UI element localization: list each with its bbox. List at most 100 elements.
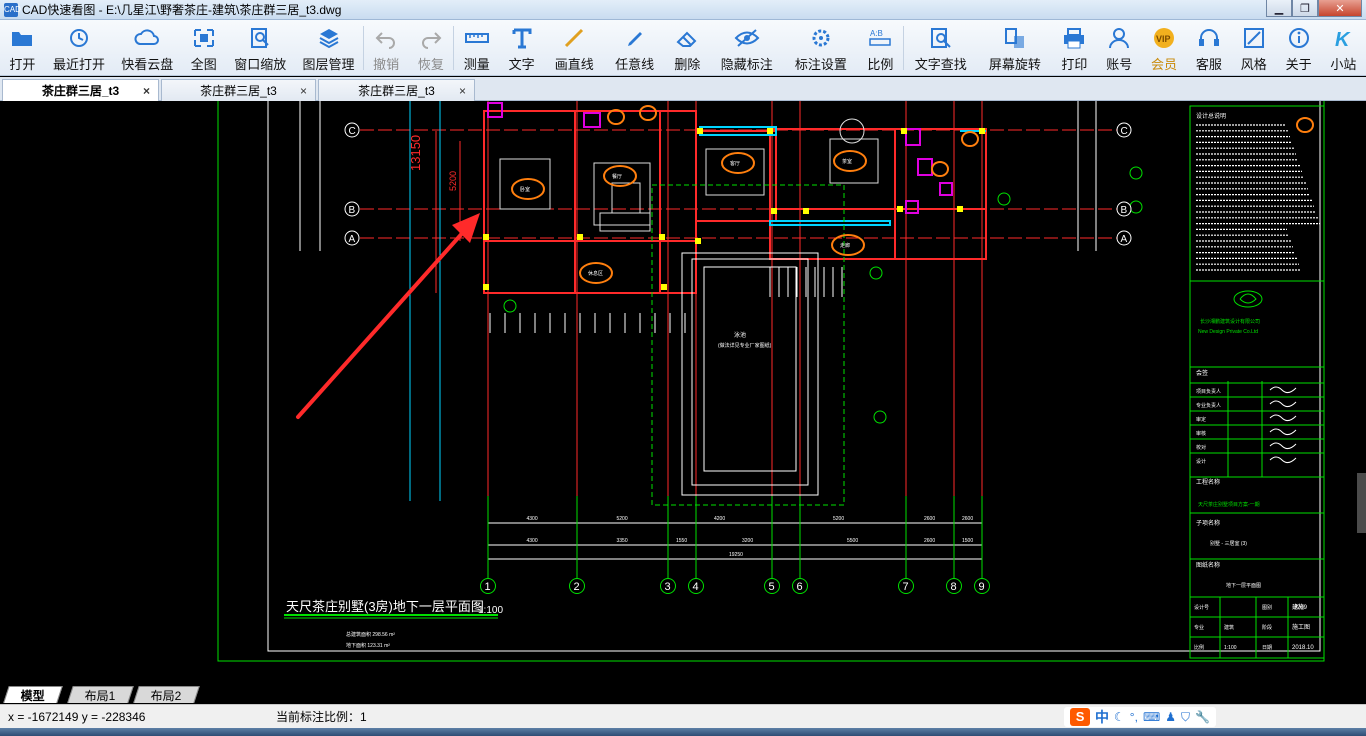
door-marker bbox=[957, 206, 963, 212]
layout-tab-2[interactable]: 布局2 bbox=[133, 686, 200, 703]
erase-label: 删除 bbox=[674, 57, 701, 72]
swimming-pool: 泳池 (做法详见专业厂家图纸) bbox=[651, 184, 845, 506]
layout-tab-1[interactable]: 布局1 bbox=[67, 686, 134, 703]
ime-toolbar[interactable]: S 中 ☾ °, ⌨ ♟ ⛉ 🔧 bbox=[1064, 707, 1216, 727]
svg-text:5: 5 bbox=[769, 581, 775, 593]
about-button[interactable]: 关于 bbox=[1276, 20, 1321, 76]
column-axis-bubble: 1 bbox=[480, 556, 496, 594]
scale-button[interactable]: A:B 比例 bbox=[858, 20, 903, 76]
rotate-button[interactable]: 屏幕旋转 bbox=[978, 20, 1052, 76]
cloud-icon bbox=[134, 26, 160, 50]
minimize-button[interactable]: ▁ bbox=[1266, 0, 1292, 17]
door-marker bbox=[901, 128, 907, 134]
hide-button[interactable]: 隐藏标注 bbox=[710, 20, 784, 76]
vertical-scroll-thumb[interactable] bbox=[1357, 473, 1366, 533]
moon-icon[interactable]: ☾ bbox=[1114, 710, 1125, 724]
door-marker bbox=[771, 208, 777, 214]
cloud-button[interactable]: 快看云盘 bbox=[113, 20, 181, 76]
dimset-button[interactable]: 标注设置 bbox=[784, 20, 858, 76]
signature bbox=[1269, 428, 1297, 436]
layout-tab-model[interactable]: 模型 bbox=[3, 686, 63, 703]
line-icon bbox=[562, 26, 586, 50]
drawing-canvas[interactable]: 泳池 (做法详见专业厂家图纸) 卧室 餐厅 客厅 茶室 休息区 走廊 13150 5200… bbox=[0, 101, 1366, 684]
scale-icon: A:B bbox=[867, 26, 893, 50]
close-button[interactable]: ✕ bbox=[1318, 0, 1362, 17]
column-axis-bubble: 5 bbox=[764, 556, 780, 594]
room-tag: 卧室 bbox=[511, 178, 545, 200]
tb-section-title: 设计总说明 bbox=[1196, 112, 1226, 120]
recent-button[interactable]: 最近打开 bbox=[45, 20, 113, 76]
text-button[interactable]: 文字 bbox=[499, 20, 544, 76]
ruler-icon bbox=[464, 26, 490, 50]
layout-tabs: 模型 布局1 布局2 bbox=[0, 684, 1366, 704]
door-markers bbox=[483, 128, 1143, 424]
redo-icon bbox=[419, 26, 443, 50]
service-button[interactable]: 客服 bbox=[1186, 20, 1231, 76]
markup-circle bbox=[931, 161, 949, 177]
open-button[interactable]: 打开 bbox=[0, 20, 45, 76]
zoomwin-button[interactable]: 窗口缩放 bbox=[226, 20, 294, 76]
shirt-icon[interactable]: ⛉ bbox=[1181, 710, 1190, 725]
eye-icon bbox=[734, 26, 760, 50]
column-axis-bubble: 6 bbox=[792, 556, 808, 594]
fixtures-magenta bbox=[487, 102, 953, 214]
close-tab-icon[interactable]: × bbox=[459, 84, 466, 98]
door-marker bbox=[767, 128, 773, 134]
line-button[interactable]: 画直线 bbox=[544, 20, 604, 76]
meta-cell: 专业 bbox=[1194, 624, 1204, 631]
cad-drawing[interactable]: 泳池 (做法详见专业厂家图纸) 卧室 餐厅 客厅 茶室休息区 走廊 13150 5200… bbox=[0, 101, 1366, 684]
hide-label: 隐藏标注 bbox=[720, 57, 773, 72]
close-tab-icon[interactable]: × bbox=[143, 84, 150, 98]
zoomwin-label: 窗口缩放 bbox=[234, 57, 287, 72]
cloud-label: 快看云盘 bbox=[121, 57, 174, 72]
style-button[interactable]: 风格 bbox=[1231, 20, 1276, 76]
door-marker bbox=[695, 238, 701, 244]
column-axis-bubble: 9 bbox=[974, 556, 990, 594]
doc-tab-2[interactable]: 茶庄群三居_t3 × bbox=[161, 79, 316, 101]
fullview-button[interactable]: 全图 bbox=[181, 20, 226, 76]
signature bbox=[1269, 442, 1297, 450]
ime-language[interactable]: 中 bbox=[1095, 707, 1109, 727]
site-button[interactable]: K 小站 bbox=[1321, 20, 1366, 76]
keyboard-icon[interactable]: ⌨ bbox=[1143, 710, 1160, 724]
measure-button[interactable]: 测量 bbox=[454, 20, 499, 76]
section-marker bbox=[503, 299, 517, 313]
window-controls: ▁ ❐ ✕ bbox=[1266, 0, 1362, 17]
svg-text:3: 3 bbox=[665, 581, 671, 593]
doc-tab-3[interactable]: 茶庄群三居_t3 × bbox=[318, 79, 475, 101]
folder-icon bbox=[10, 26, 34, 50]
doc-tab-label: 茶庄群三居_t3 bbox=[358, 84, 435, 98]
print-button[interactable]: 打印 bbox=[1052, 20, 1097, 76]
svg-text:2: 2 bbox=[574, 581, 580, 593]
restore-button[interactable]: ❐ bbox=[1292, 0, 1318, 17]
plan-title-block: 天尺茶庄别墅(3房)地下一层平面图 1:100 总建筑面积 298.56 m² … bbox=[284, 599, 503, 649]
redo-label: 恢复 bbox=[417, 57, 444, 72]
interior-furniture bbox=[499, 118, 879, 232]
door-marker bbox=[897, 206, 903, 212]
row-axis-bubble: C bbox=[344, 122, 360, 138]
punctuation-icon[interactable]: °, bbox=[1130, 710, 1138, 724]
layers-button[interactable]: 图层管理 bbox=[294, 20, 362, 76]
wrench-icon[interactable]: 🔧 bbox=[1195, 710, 1210, 724]
sogou-logo-icon[interactable]: S bbox=[1070, 708, 1091, 726]
room-tags: 卧室 餐厅 客厅 茶室休息区 走廊 bbox=[511, 105, 1314, 284]
meta-cell: 阶段 bbox=[1262, 624, 1272, 631]
bottom-dimensions: 4300 5200 4200 5200 2600 2600 4300 3350 1550 3200… bbox=[487, 496, 983, 563]
close-tab-icon[interactable]: × bbox=[300, 84, 307, 98]
zoom-window-icon bbox=[248, 26, 272, 50]
find-button[interactable]: 文字查找 bbox=[904, 20, 978, 76]
account-button[interactable]: 账号 bbox=[1097, 20, 1142, 76]
erase-button[interactable]: 删除 bbox=[665, 20, 710, 76]
markup-circle bbox=[607, 109, 625, 125]
markup-circle bbox=[1296, 117, 1314, 133]
row-axis-bubble: A bbox=[1116, 230, 1132, 246]
freeline-button[interactable]: 任意线 bbox=[604, 20, 664, 76]
recent-label: 最近打开 bbox=[52, 57, 105, 72]
tb-subitem-label: 子项名称 bbox=[1196, 519, 1220, 527]
door-marker bbox=[577, 234, 583, 240]
vip-button[interactable]: VIP 会员 bbox=[1142, 20, 1187, 76]
user-icon[interactable]: ♟ bbox=[1165, 710, 1176, 724]
doc-tab-1[interactable]: 茶庄群三居_t3 × bbox=[2, 79, 159, 101]
dimension-text: 2600 bbox=[924, 538, 935, 544]
doc-tab-label: 茶庄群三居_t3 bbox=[200, 84, 277, 98]
